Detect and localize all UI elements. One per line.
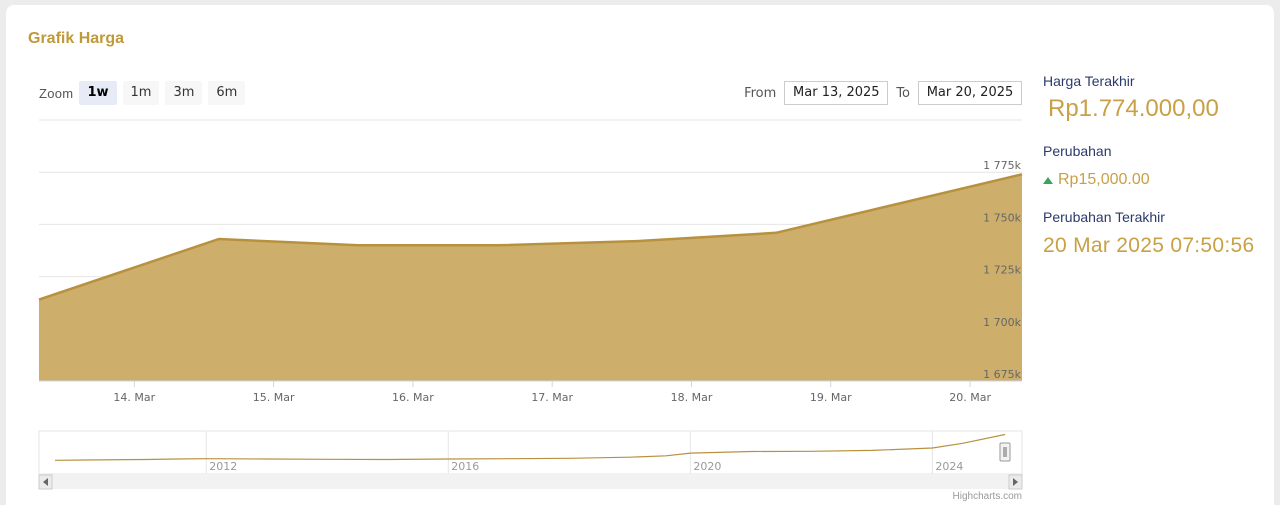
- last-price-label: Harga Terakhir: [1043, 73, 1135, 89]
- last-change-value: 20 Mar 2025 07:50:56: [1043, 234, 1255, 257]
- navigator-year-label: 2024: [935, 460, 963, 473]
- x-tick-label: 19. Mar: [810, 391, 852, 404]
- change-value: Rp15,000.00: [1058, 171, 1150, 188]
- navigator[interactable]: 2012 2016 2020 2024: [38, 430, 1023, 475]
- x-axis: 14. Mar 15. Mar 16. Mar 17. Mar 18. Mar 19. M…: [39, 380, 1022, 404]
- scrollbar[interactable]: [38, 474, 1023, 490]
- x-tick-label: 18. Mar: [671, 391, 713, 404]
- price-area: [39, 174, 1022, 381]
- x-tick-label: 16. Mar: [392, 391, 434, 404]
- navigator-handle[interactable]: [999, 442, 1011, 462]
- navigator-year-label: 2016: [451, 460, 479, 473]
- x-tick-label: 20. Mar: [949, 391, 991, 404]
- navigator-frame: [38, 430, 1023, 475]
- last-change-label: Perubahan Terakhir: [1043, 209, 1165, 225]
- navigator-year-label: 2012: [209, 460, 237, 473]
- y-tick-label: 1 700k: [983, 316, 1021, 329]
- y-tick-label: 1 725k: [983, 264, 1021, 277]
- y-tick-label: 1 775k: [983, 159, 1021, 172]
- change-label: Perubahan: [1043, 143, 1112, 159]
- y-tick-label: 1 675k: [983, 368, 1021, 381]
- highcharts-credits[interactable]: Highcharts.com: [953, 491, 1022, 502]
- x-tick-label: 14. Mar: [113, 391, 155, 404]
- navigator-year-label: 2020: [693, 460, 721, 473]
- y-tick-label: 1 750k: [983, 211, 1021, 224]
- scrollbar-track[interactable]: [39, 475, 1022, 489]
- last-price-value: Rp1.774.000,00: [1048, 95, 1219, 122]
- arrow-up-icon: [1043, 176, 1053, 184]
- x-tick-label: 17. Mar: [531, 391, 573, 404]
- x-tick-label: 15. Mar: [253, 391, 295, 404]
- change-value-row: Rp15,000.00: [1043, 171, 1150, 189]
